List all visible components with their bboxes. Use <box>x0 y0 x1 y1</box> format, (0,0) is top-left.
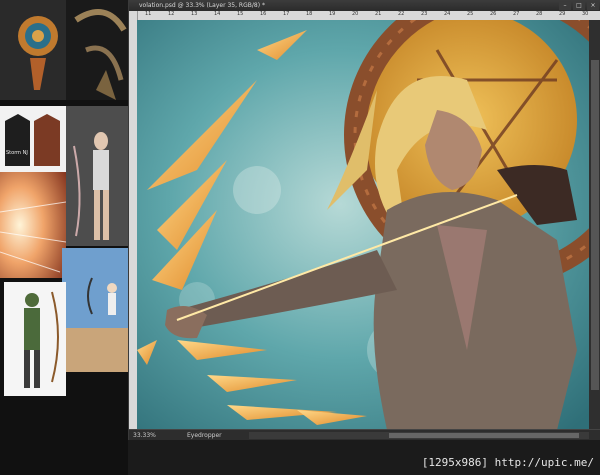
artwork-illustration <box>137 20 589 430</box>
ruler-tick: 23 <box>421 11 428 17</box>
document-title: volation.psd @ 33.3% (Layer 35, RGB/8) * <box>139 2 265 9</box>
ref-bow-ornament-image <box>66 0 128 100</box>
ruler-tick: 21 <box>375 11 382 17</box>
ruler-tick: 18 <box>306 11 313 17</box>
horizontal-scrollbar[interactable] <box>249 432 589 439</box>
reference-panel: Storm NJ <box>0 0 128 475</box>
ref-archer-photo-image <box>62 248 128 372</box>
ref-pose-photo-image <box>66 106 128 246</box>
maximize-button[interactable]: □ <box>573 1 585 10</box>
vertical-scroll-thumb[interactable] <box>591 60 599 390</box>
ruler-tick: 14 <box>214 11 221 17</box>
ruler-tick: 11 <box>145 11 152 17</box>
ref-amulet-image <box>0 0 66 100</box>
document-window: volation.psd @ 33.3% (Layer 35, RGB/8) *… <box>128 0 600 441</box>
minimize-button[interactable]: – <box>559 1 571 10</box>
ruler-tick: 19 <box>329 11 336 17</box>
close-button[interactable]: × <box>587 1 599 10</box>
ruler-tick: 26 <box>490 11 497 17</box>
horizontal-scroll-thumb[interactable] <box>389 433 579 438</box>
ruler-tick: 25 <box>467 11 474 17</box>
document-tab[interactable]: volation.psd @ 33.3% (Layer 35, RGB/8) *… <box>129 0 600 11</box>
ref-light-burst-image <box>0 172 66 278</box>
ruler-tick: 29 <box>559 11 566 17</box>
ruler-tick: 12 <box>168 11 175 17</box>
ruler-tick: 30 <box>582 11 589 17</box>
ruler-tick: 20 <box>352 11 359 17</box>
watermark-text: [1295x986] http://upic.me/ <box>421 456 594 469</box>
vertical-scrollbar[interactable] <box>589 20 600 430</box>
ruler-tick: 24 <box>444 11 451 17</box>
ruler-tick: 27 <box>513 11 520 17</box>
ruler-tick: 16 <box>260 11 267 17</box>
ruler-tick: 15 <box>237 11 244 17</box>
ruler-tick: 28 <box>536 11 543 17</box>
ruler-tick: 22 <box>398 11 405 17</box>
ref-jacket-caption: Storm NJ <box>6 150 28 156</box>
ref-knight-costume-image <box>4 282 66 396</box>
ref-jackets-image: Storm NJ <box>0 106 66 172</box>
ruler-tick: 17 <box>283 11 290 17</box>
ruler-tick: 13 <box>191 11 198 17</box>
artwork-canvas[interactable] <box>137 20 589 430</box>
